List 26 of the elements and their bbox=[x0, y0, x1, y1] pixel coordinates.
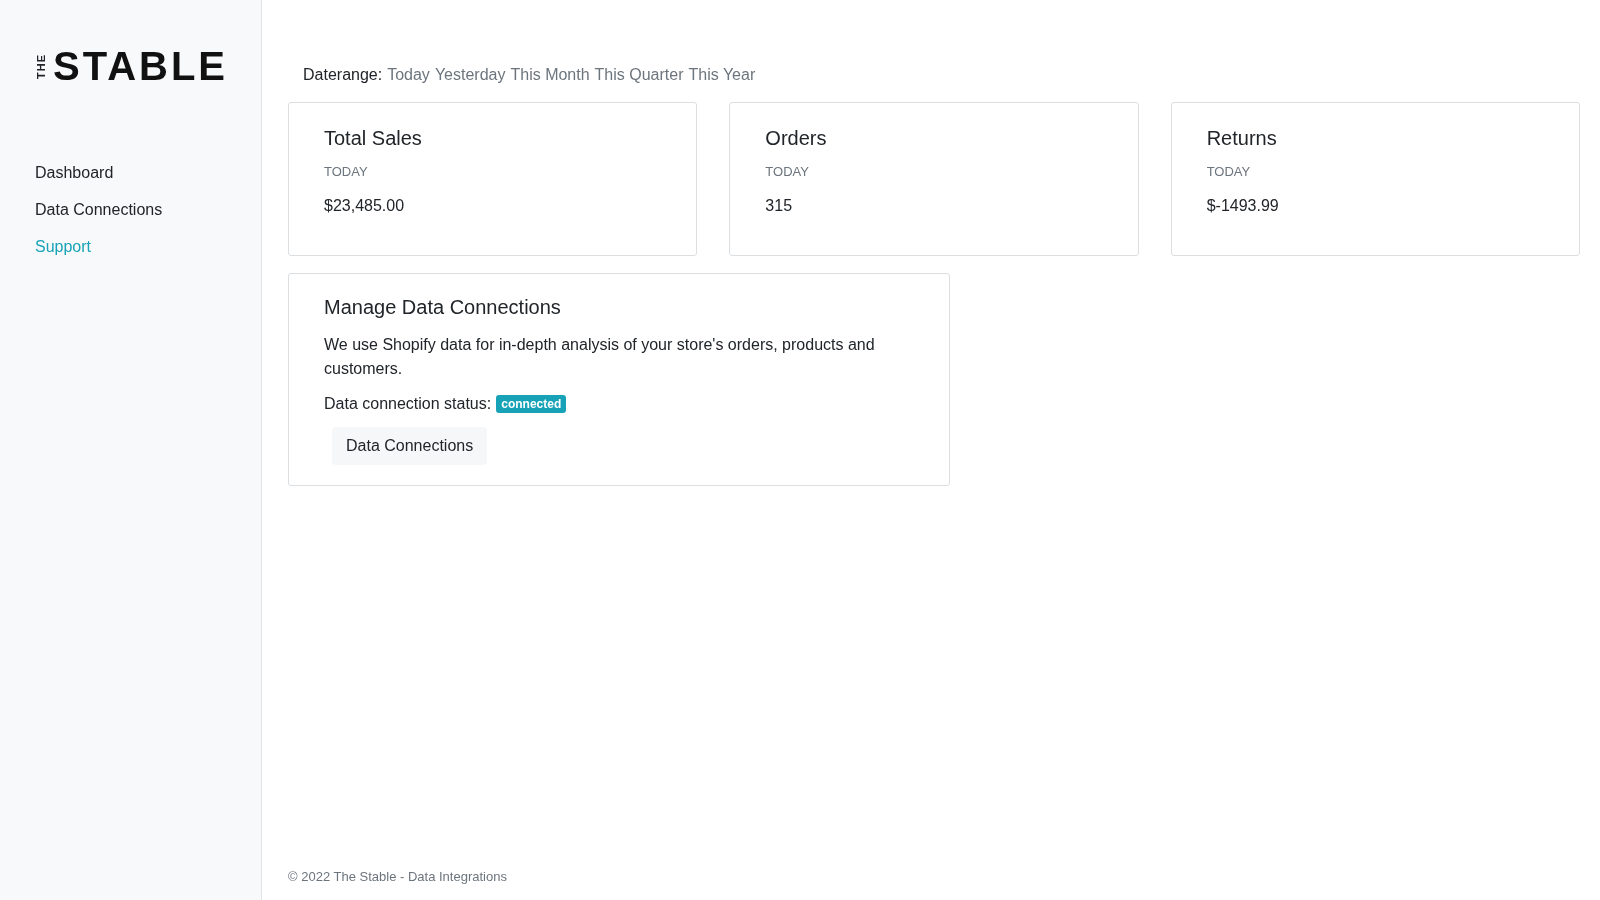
daterange-link[interactable]: Today bbox=[387, 66, 430, 84]
card-title: Orders bbox=[765, 127, 828, 150]
logo-text: STABLE bbox=[53, 44, 229, 89]
description-text: We use Shopify data for in-depth analysis of your store's orders, products and customers. bbox=[324, 335, 876, 379]
status-label: Data connection status: bbox=[324, 395, 492, 413]
daterange-link[interactable]: Yesterday bbox=[434, 66, 506, 84]
data-connections-button[interactable]: Data Connections bbox=[332, 427, 488, 465]
stat-value: $-1493.99 bbox=[1206, 197, 1280, 215]
status-badge: connected bbox=[496, 395, 567, 413]
daterange-link[interactable]: This Year bbox=[688, 66, 756, 84]
period-label: TODAY bbox=[1206, 164, 1252, 179]
daterange-label: Daterange: bbox=[303, 66, 383, 84]
stat-value: $23,485.00 bbox=[324, 197, 406, 215]
footer-text: © 2022 The Stable - Data Integrations bbox=[288, 869, 508, 884]
period-label: TODAY bbox=[324, 164, 369, 179]
period-label: TODAY bbox=[765, 164, 810, 179]
nav-link[interactable]: Support bbox=[35, 238, 261, 256]
nav-link[interactable]: Dashboard bbox=[35, 164, 261, 182]
daterange-link[interactable]: This Quarter bbox=[594, 66, 684, 84]
nav-link[interactable]: Data Connections bbox=[35, 201, 261, 219]
card-title: Returns bbox=[1206, 127, 1278, 150]
daterange-link[interactable]: This Month bbox=[510, 66, 590, 84]
card-title: Total Sales bbox=[324, 127, 423, 150]
stat-value: 315 bbox=[765, 197, 794, 215]
logo-text: THE bbox=[35, 54, 47, 79]
card-title: Manage Data Connections bbox=[324, 296, 562, 319]
